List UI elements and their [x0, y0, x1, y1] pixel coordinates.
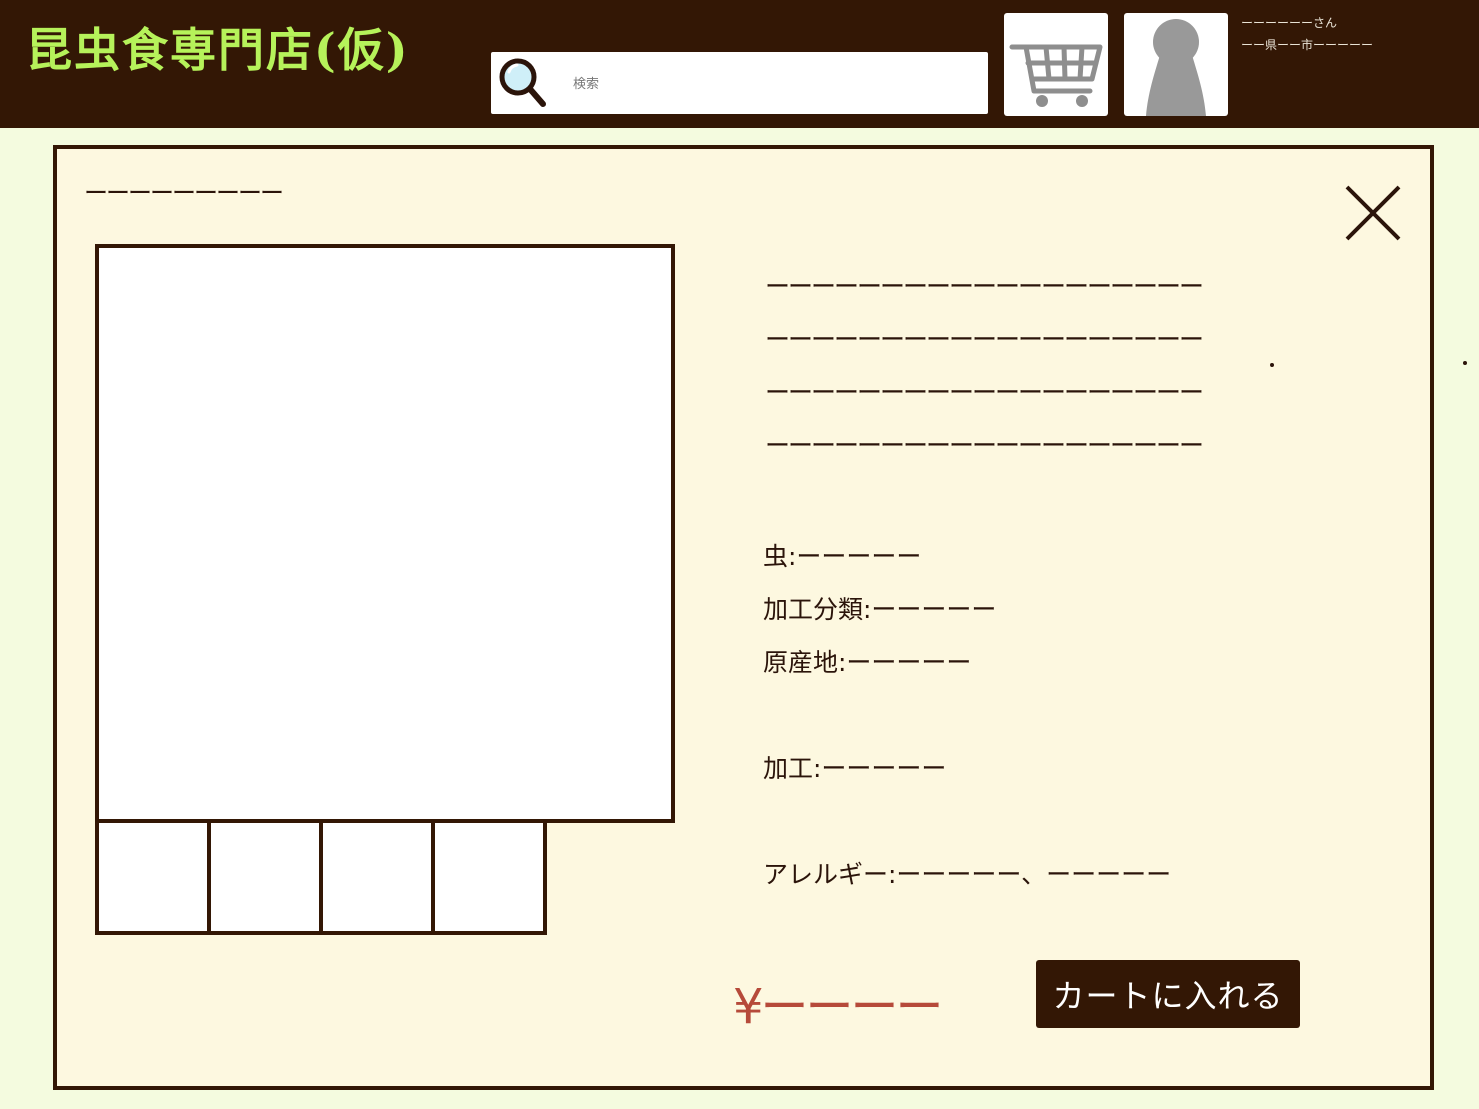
- spec-processing: 加工:ーーーーー: [763, 754, 947, 783]
- cart-icon: [1009, 44, 1103, 107]
- dot-mark: [1270, 363, 1274, 367]
- description-line: ーーーーーーーーーーーーーーーーーーー: [765, 325, 1204, 354]
- account-button[interactable]: [1124, 13, 1228, 116]
- description-line: ーーーーーーーーーーーーーーーーーーー: [765, 431, 1204, 460]
- product-thumbnail-3[interactable]: [319, 819, 435, 935]
- close-icon[interactable]: [1343, 183, 1403, 243]
- user-name: ーーーーーーさん: [1241, 16, 1338, 30]
- user-avatar-icon: [1146, 19, 1206, 116]
- search-input[interactable]: [571, 69, 965, 99]
- add-to-cart-button[interactable]: カートに入れる: [1036, 960, 1300, 1028]
- product-thumbnail-4[interactable]: [431, 819, 547, 935]
- spec-category: 加工分類:ーーーーー: [763, 595, 997, 624]
- search-bar[interactable]: [491, 52, 988, 114]
- product-main-image: [95, 244, 675, 823]
- product-price: ¥ーーーー: [733, 979, 944, 1035]
- product-title: ーーーーーーーーー: [84, 179, 284, 207]
- description-line: ーーーーーーーーーーーーーーーーーーー: [765, 378, 1204, 407]
- product-detail-panel: ーーーーーーーーー ーーーーーーーーーーーーーーーーーーー ーーーーーーーーーー…: [53, 145, 1434, 1090]
- spec-insect: 虫:ーーーーー: [763, 542, 922, 571]
- site-header: 昆虫食専門店(仮) ーーーーーーさん: [0, 0, 1479, 128]
- product-thumbnail-1[interactable]: [95, 819, 211, 935]
- spec-allergy: アレルギー:ーーーーー、ーーーーー: [763, 860, 1172, 889]
- user-location: ーー県ーー市ーーーーー: [1241, 38, 1374, 52]
- product-thumbnail-2[interactable]: [207, 819, 323, 935]
- site-logo[interactable]: 昆虫食専門店(仮): [26, 14, 410, 80]
- user-info: ーーーーーーさん ーー県ーー市ーーーーー: [1241, 12, 1373, 56]
- cart-button[interactable]: [1004, 13, 1108, 116]
- description-line: ーーーーーーーーーーーーーーーーーーー: [765, 272, 1204, 301]
- dot-mark: [1463, 361, 1467, 365]
- spec-origin: 原産地:ーーーーー: [763, 648, 972, 677]
- search-icon[interactable]: [497, 56, 549, 110]
